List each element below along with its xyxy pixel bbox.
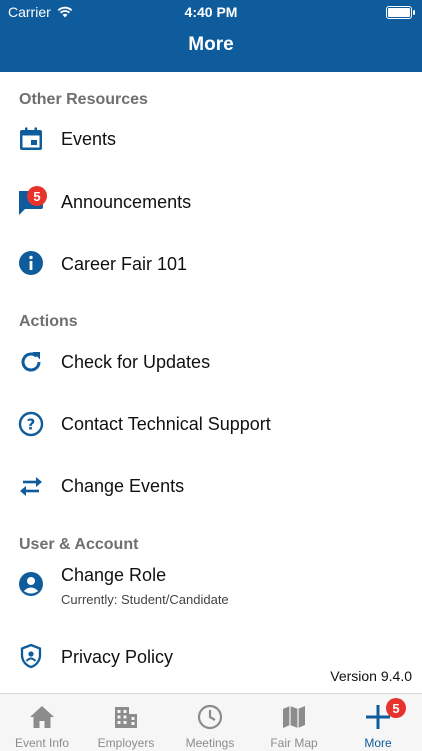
section-header-actions: Actions <box>19 313 78 330</box>
building-icon <box>84 702 168 732</box>
menu-item-announcements[interactable]: 5 Announcements <box>0 173 422 229</box>
announcements-badge: 5 <box>27 186 47 206</box>
account-icon <box>17 570 45 598</box>
svg-text:?: ? <box>27 416 36 434</box>
tab-label: Meetings <box>185 736 235 750</box>
help-icon: ? <box>17 410 45 438</box>
tab-label: More <box>364 736 392 750</box>
calendar-icon <box>17 125 45 153</box>
menu-item-contact-technical-support[interactable]: ? Contact Technical Support <box>0 395 422 451</box>
tab-event-info[interactable]: Event Info <box>0 694 84 751</box>
current-role-text: Currently: Student/Candidate <box>61 592 229 607</box>
swap-arrows-icon <box>17 472 45 500</box>
menu-item-label: Privacy Policy <box>61 647 174 667</box>
version-label: Version 9.4.0 <box>330 668 412 684</box>
clock: 4:40 PM <box>184 4 238 20</box>
shield-icon <box>17 642 45 670</box>
menu-item-label: Events <box>61 129 117 149</box>
menu-item-label: Check for Updates <box>61 352 211 372</box>
tab-employers[interactable]: Employers <box>84 694 168 751</box>
tab-label: Employers <box>97 736 155 750</box>
menu-item-check-for-updates[interactable]: Check for Updates <box>0 333 422 389</box>
plus-icon <box>336 702 420 732</box>
battery-icon <box>386 6 415 19</box>
page-title: More <box>188 34 234 55</box>
tab-label: Event Info <box>14 736 70 750</box>
info-icon <box>17 249 45 277</box>
clock-icon <box>168 702 252 732</box>
tab-bar: Event Info Employers Meetings Fair Map 5… <box>0 693 422 751</box>
tab-meetings[interactable]: Meetings <box>168 694 252 751</box>
menu-item-label: Announcements <box>61 192 192 212</box>
map-icon <box>252 702 336 732</box>
more-badge: 5 <box>386 698 406 718</box>
menu-item-career-fair-101[interactable]: Career Fair 101 <box>0 235 422 291</box>
menu-item-label: Career Fair 101 <box>61 254 188 274</box>
home-icon <box>0 702 84 732</box>
menu-item-label: Change Role <box>61 565 167 585</box>
menu-item-change-role[interactable]: Change Role Currently: Student/Candidate <box>0 556 422 616</box>
menu-item-label: Contact Technical Support <box>61 414 271 434</box>
navigation-bar: Carrier 4:40 PM More <box>0 0 422 72</box>
tab-fair-map[interactable]: Fair Map <box>252 694 336 751</box>
refresh-icon <box>17 348 45 376</box>
menu-item-label: Change Events <box>61 476 185 496</box>
menu-item-events[interactable]: Events <box>0 111 422 167</box>
tab-label: Fair Map <box>270 736 318 750</box>
menu-item-change-events[interactable]: Change Events <box>0 457 422 513</box>
section-header-user-account: User & Account <box>19 536 139 553</box>
status-bar: Carrier 4:40 PM <box>0 0 422 24</box>
tab-more[interactable]: 5 More <box>336 694 422 751</box>
section-header-other-resources: Other Resources <box>19 91 148 108</box>
